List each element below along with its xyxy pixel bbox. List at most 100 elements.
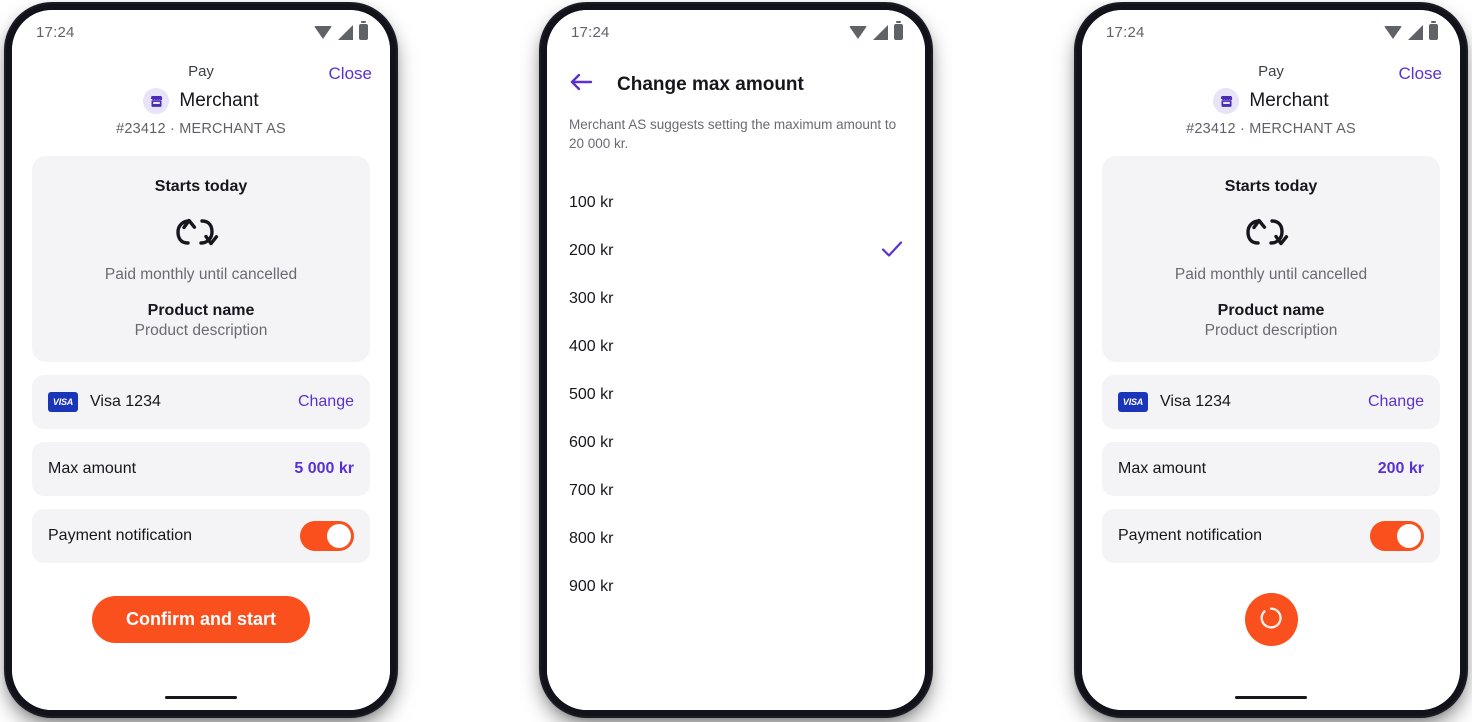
status-bar-time: 17:24 [571, 23, 610, 41]
home-indicator-bar [165, 695, 237, 699]
page-title: Pay [1258, 63, 1284, 80]
amount-option-label: 700 kr [569, 482, 614, 499]
merchant-row: Merchant [32, 88, 370, 114]
phone-2-change-max-amount-screen: 17:24 Change max amount Merchant AS sugg… [547, 10, 925, 710]
payment-notification-label: Payment notification [48, 527, 193, 544]
toggle-knob [327, 524, 351, 548]
screenshot-stage: 17:24 Pay Close Merchant #23412 · MERCHA… [0, 0, 1472, 722]
signal-icon [1408, 24, 1423, 40]
payment-card-label: Visa 1234 [90, 393, 161, 410]
amount-option-item[interactable]: 600 kr [569, 419, 903, 467]
change-card-button[interactable]: Change [1368, 393, 1424, 411]
status-bar-icons [1384, 21, 1438, 40]
status-bar-icons [314, 21, 368, 40]
amount-option-item[interactable]: 700 kr [569, 467, 903, 515]
status-bar: 17:24 [547, 10, 925, 54]
phone-1-screen: 17:24 Pay Close Merchant #23412 · MERCHA… [12, 10, 390, 710]
suggestion-description: Merchant AS suggests setting the maximum… [569, 117, 897, 151]
merchant-reference: #23412 · MERCHANT AS [1186, 121, 1356, 137]
status-bar: 17:24 [12, 10, 390, 54]
product-name: Product name [1217, 302, 1325, 319]
signal-icon [338, 24, 353, 40]
home-indicator [12, 684, 390, 710]
amount-option-label: 500 kr [569, 386, 614, 403]
billing-frequency-label: Paid monthly until cancelled [104, 266, 298, 283]
payment-notification-toggle[interactable] [300, 521, 354, 551]
signal-icon [873, 24, 888, 40]
sync-recurring-icon [1245, 210, 1297, 254]
close-button[interactable]: Close [329, 64, 372, 84]
home-indicator [1082, 684, 1460, 710]
payment-card-row[interactable]: VISA Visa 1234 Change [32, 375, 370, 429]
product-description: Product description [1204, 322, 1338, 339]
payment-card-label: Visa 1234 [1160, 393, 1231, 410]
product-name: Product name [147, 302, 255, 319]
max-amount-row[interactable]: Max amount 200 kr [1102, 442, 1440, 496]
store-icon [143, 88, 170, 114]
status-bar-icons [849, 21, 903, 40]
wifi-icon [314, 25, 332, 39]
visa-logo-icon: VISA [1118, 392, 1148, 412]
amount-option-item[interactable]: 100 kr [569, 179, 903, 227]
amount-option-item[interactable]: 900 kr [569, 563, 903, 611]
amount-option-label: 600 kr [569, 434, 614, 451]
page-title: Change max amount [617, 73, 804, 95]
amount-option-item[interactable]: 500 kr [569, 371, 903, 419]
merchant-row: Merchant [1102, 88, 1440, 114]
confirm-loading-button[interactable] [1244, 593, 1298, 646]
page-title: Pay [188, 63, 214, 80]
payment-notification-row: Payment notification [1102, 509, 1440, 563]
amount-option-label: 300 kr [569, 290, 614, 307]
max-amount-label: Max amount [1118, 460, 1207, 477]
status-bar-time: 17:24 [1106, 23, 1145, 41]
change-card-button[interactable]: Change [298, 393, 354, 411]
close-button[interactable]: Close [1399, 64, 1442, 84]
check-icon [881, 240, 903, 263]
cta-area [1102, 563, 1440, 684]
phone-1-confirm-screen: 17:24 Pay Close Merchant #23412 · MERCHA… [12, 10, 390, 710]
amount-option-item-selected[interactable]: 200 kr [569, 227, 903, 275]
payment-card-info: VISA Visa 1234 [1118, 392, 1231, 412]
visa-logo-text: VISA [52, 397, 74, 407]
phone-3-screen: 17:24 Pay Close Merchant #23412 · MERCHA… [1082, 10, 1460, 710]
billing-frequency-label: Paid monthly until cancelled [1174, 266, 1368, 283]
confirm-and-start-button[interactable]: Confirm and start [91, 596, 310, 643]
status-bar-time: 17:24 [36, 23, 75, 41]
payment-card-row[interactable]: VISA Visa 1234 Change [1102, 375, 1440, 429]
max-amount-value: 5 000 kr [294, 460, 354, 477]
amount-option-label: 200 kr [569, 242, 614, 259]
amount-option-label: 800 kr [569, 530, 614, 547]
amount-option-label: 900 kr [569, 578, 614, 595]
pay-body: Starts today Paid monthly until cancelle… [1082, 137, 1460, 684]
toggle-knob [1397, 524, 1421, 548]
home-indicator-bar [1235, 695, 1307, 699]
payment-notification-toggle[interactable] [1370, 521, 1424, 551]
pay-body: Starts today Paid monthly until cancelle… [12, 137, 390, 684]
max-amount-label: Max amount [48, 460, 137, 477]
starts-today-label: Starts today [1224, 178, 1318, 195]
change-amount-header: Change max amount [547, 54, 925, 97]
amount-option-item[interactable]: 400 kr [569, 323, 903, 371]
subscription-summary-card: Starts today Paid monthly until cancelle… [1102, 156, 1440, 362]
max-amount-value: 200 kr [1377, 460, 1424, 477]
visa-logo-text: VISA [1122, 397, 1144, 407]
wifi-icon [1384, 25, 1402, 39]
battery-icon [894, 21, 903, 40]
subscription-summary-card: Starts today Paid monthly until cancelle… [32, 156, 370, 362]
payment-notification-label: Payment notification [1118, 527, 1263, 544]
amount-option-label: 100 kr [569, 194, 614, 211]
pay-header: Pay Close Merchant #23412 · MERCHANT AS [1082, 54, 1460, 137]
wifi-icon [849, 25, 867, 39]
product-description: Product description [134, 322, 268, 339]
pay-header: Pay Close Merchant #23412 · MERCHANT AS [12, 54, 390, 137]
cta-area: Confirm and start [32, 563, 370, 684]
payment-card-info: VISA Visa 1234 [48, 392, 161, 412]
battery-icon [1429, 21, 1438, 40]
store-icon [1213, 88, 1240, 114]
status-bar: 17:24 [1082, 10, 1460, 54]
visa-logo-icon: VISA [48, 392, 78, 412]
max-amount-row[interactable]: Max amount 5 000 kr [32, 442, 370, 496]
amount-option-item[interactable]: 300 kr [569, 275, 903, 323]
amount-option-item[interactable]: 800 kr [569, 515, 903, 563]
arrow-left-icon[interactable] [569, 72, 593, 97]
